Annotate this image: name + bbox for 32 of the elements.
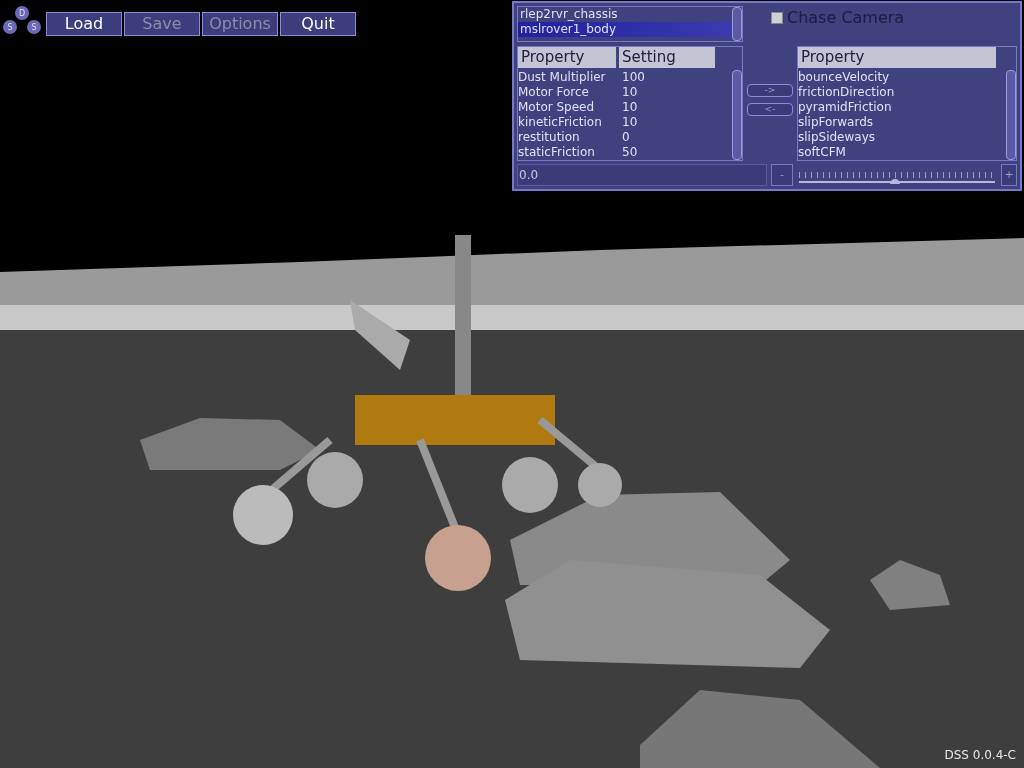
table-cell[interactable]: bounceVelocity [798,70,1006,85]
move-right-button[interactable]: -> [747,84,793,97]
table-cell: 50 [622,145,638,160]
toolbar-button[interactable]: Quit [280,12,356,36]
column-header[interactable]: Property [798,47,996,68]
table-cell-text: Dust Multiplier [518,70,607,85]
table-cell[interactable]: frictionDirection [798,85,1006,100]
object-list-item[interactable]: mslrover1_body [518,22,732,37]
table-cell: 0 [622,130,630,145]
toolbar-button[interactable]: Load [46,12,122,36]
object-list-item[interactable]: rlep2rvr_chassis [518,7,732,22]
move-left-button[interactable]: <- [747,103,793,116]
table-cell-text: staticFriction [518,145,596,160]
column-header[interactable]: Setting [619,47,715,68]
table-cell-text: restitution [518,130,581,145]
table-cell-text: kineticFriction [518,115,603,130]
table-cell: 10 [622,85,638,100]
table-cell[interactable]: softCFM [798,145,1006,160]
table-cell-text: Motor Speed [518,100,596,115]
table-cell: 10 [622,115,638,130]
table-cell: 100 [622,70,645,85]
decrease-button[interactable]: - [771,164,793,186]
table-cell: 10 [622,100,638,115]
checkbox-label: Chase Camera [787,7,905,29]
table-cell[interactable]: slipForwards [798,115,1006,130]
value-field[interactable]: 0.0 [517,164,767,186]
version-label: DSS 0.0.4-C [944,747,1016,764]
increase-button[interactable]: + [1001,164,1017,186]
column-header[interactable]: Property [518,47,616,68]
table-cell-text: Motor Force [518,85,590,100]
table-cell[interactable]: pyramidFriction [798,100,1006,115]
table-cell[interactable]: slipSideways [798,130,1006,145]
